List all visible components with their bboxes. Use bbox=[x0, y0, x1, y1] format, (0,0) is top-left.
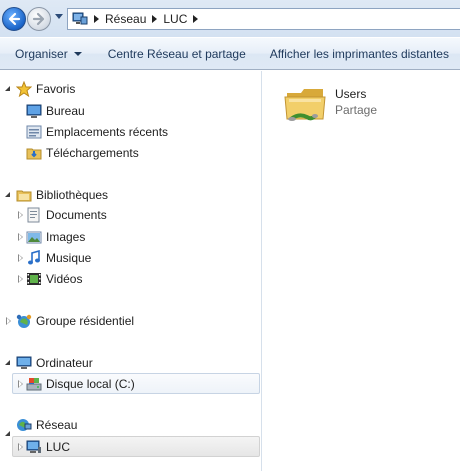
share-type: Partage bbox=[335, 103, 378, 117]
share-name: Users bbox=[335, 87, 367, 101]
favoris-label: Favoris bbox=[36, 82, 76, 96]
collapsed-arrow-icon[interactable] bbox=[18, 233, 23, 241]
breadcrumb-reseau[interactable]: Réseau bbox=[105, 12, 146, 26]
computer-icon bbox=[16, 356, 32, 369]
telechargements-label: Téléchargements bbox=[46, 146, 139, 160]
back-button[interactable] bbox=[2, 7, 26, 31]
breadcrumb-separator[interactable] bbox=[193, 15, 199, 23]
expanded-arrow-icon[interactable] bbox=[5, 431, 10, 436]
breadcrumb-separator[interactable] bbox=[94, 15, 99, 23]
tree-bureau[interactable]: Bureau bbox=[26, 101, 85, 121]
forward-arrow-icon bbox=[32, 12, 45, 26]
centre-label: Centre Réseau et partage bbox=[107, 46, 246, 61]
breadcrumb-separator[interactable] bbox=[152, 15, 158, 23]
recent-places-icon bbox=[26, 125, 42, 139]
tree-emplacements-recents[interactable]: Emplacements récents bbox=[26, 122, 168, 142]
organiser-label: Organiser bbox=[15, 46, 68, 61]
tree-videos[interactable]: Vidéos bbox=[26, 269, 82, 289]
command-bar: Organiser Centre Réseau et partage Affic… bbox=[0, 37, 460, 70]
bureau-label: Bureau bbox=[46, 104, 85, 118]
emplacements-recents-label: Emplacements récents bbox=[46, 125, 169, 139]
tree-luc[interactable]: LUC bbox=[26, 437, 70, 457]
tree-reseau[interactable]: Réseau bbox=[16, 415, 77, 435]
collapsed-arrow-icon[interactable] bbox=[18, 443, 23, 451]
musique-label: Musique bbox=[46, 251, 92, 265]
network-icon bbox=[17, 419, 32, 431]
tree-telechargements[interactable]: Téléchargements bbox=[26, 143, 139, 163]
shared-folder-icon bbox=[284, 89, 326, 121]
tree-favoris[interactable]: Favoris bbox=[16, 79, 75, 99]
expanded-arrow-icon[interactable] bbox=[5, 192, 10, 197]
recent-pages-dropdown[interactable] bbox=[55, 14, 63, 19]
network-computer-icon bbox=[26, 440, 41, 453]
bibliotheques-label: Bibliothèques bbox=[36, 188, 109, 202]
tree-musique[interactable]: Musique bbox=[26, 248, 91, 268]
tree-ordinateur[interactable]: Ordinateur bbox=[16, 353, 93, 373]
collapsed-arrow-icon[interactable] bbox=[18, 275, 23, 283]
content-pane: Users Partage bbox=[263, 71, 460, 471]
tree-bibliotheques[interactable]: Bibliothèques bbox=[16, 185, 108, 205]
organiser-menu-button[interactable]: Organiser bbox=[9, 38, 88, 69]
afficher-label: Afficher les imprimantes distantes bbox=[269, 46, 449, 61]
reseau-label: Réseau bbox=[36, 418, 78, 432]
network-sharing-center-button[interactable]: Centre Réseau et partage bbox=[102, 38, 252, 69]
tree-documents[interactable]: Documents bbox=[26, 205, 107, 225]
expanded-arrow-icon[interactable] bbox=[5, 360, 10, 365]
homegroup-icon bbox=[16, 314, 32, 328]
disque-local-label: Disque local (C:) bbox=[46, 377, 135, 391]
pictures-icon bbox=[26, 231, 42, 244]
groupe-residentiel-label: Groupe résidentiel bbox=[36, 314, 135, 328]
share-item-users[interactable]: Users Partage bbox=[281, 79, 451, 129]
desktop-icon bbox=[26, 104, 42, 118]
expanded-arrow-icon[interactable] bbox=[5, 86, 10, 91]
address-bar-row: Réseau LUC bbox=[0, 0, 460, 37]
videos-icon bbox=[27, 273, 41, 285]
navigation-pane: Favoris Bureau Emplacements récents Télé… bbox=[0, 71, 262, 471]
collapsed-arrow-icon[interactable] bbox=[18, 380, 23, 388]
back-arrow-icon bbox=[8, 12, 21, 26]
collapsed-arrow-icon[interactable] bbox=[6, 317, 11, 325]
images-label: Images bbox=[46, 230, 86, 244]
music-icon bbox=[28, 250, 40, 265]
network-icon bbox=[72, 12, 88, 25]
forward-button[interactable] bbox=[27, 7, 51, 31]
address-box[interactable]: Réseau LUC bbox=[67, 8, 460, 30]
collapsed-arrow-icon[interactable] bbox=[18, 211, 23, 219]
downloads-folder-icon bbox=[26, 148, 42, 160]
ordinateur-label: Ordinateur bbox=[36, 356, 93, 370]
luc-label: LUC bbox=[46, 440, 71, 454]
star-icon bbox=[16, 81, 32, 97]
view-remote-printers-button[interactable]: Afficher les imprimantes distantes bbox=[264, 38, 455, 69]
collapsed-arrow-icon[interactable] bbox=[18, 254, 23, 262]
tree-disque-local[interactable]: Disque local (C:) bbox=[26, 374, 135, 394]
tree-images[interactable]: Images bbox=[26, 227, 85, 247]
documents-label: Documents bbox=[46, 208, 107, 222]
local-disk-icon bbox=[26, 378, 42, 391]
videos-label: Vidéos bbox=[46, 272, 83, 286]
chevron-down-icon bbox=[73, 51, 82, 56]
breadcrumb-luc[interactable]: LUC bbox=[163, 12, 187, 26]
libraries-icon bbox=[16, 190, 32, 202]
documents-icon bbox=[27, 207, 40, 223]
tree-groupe-residentiel[interactable]: Groupe résidentiel bbox=[16, 311, 134, 331]
